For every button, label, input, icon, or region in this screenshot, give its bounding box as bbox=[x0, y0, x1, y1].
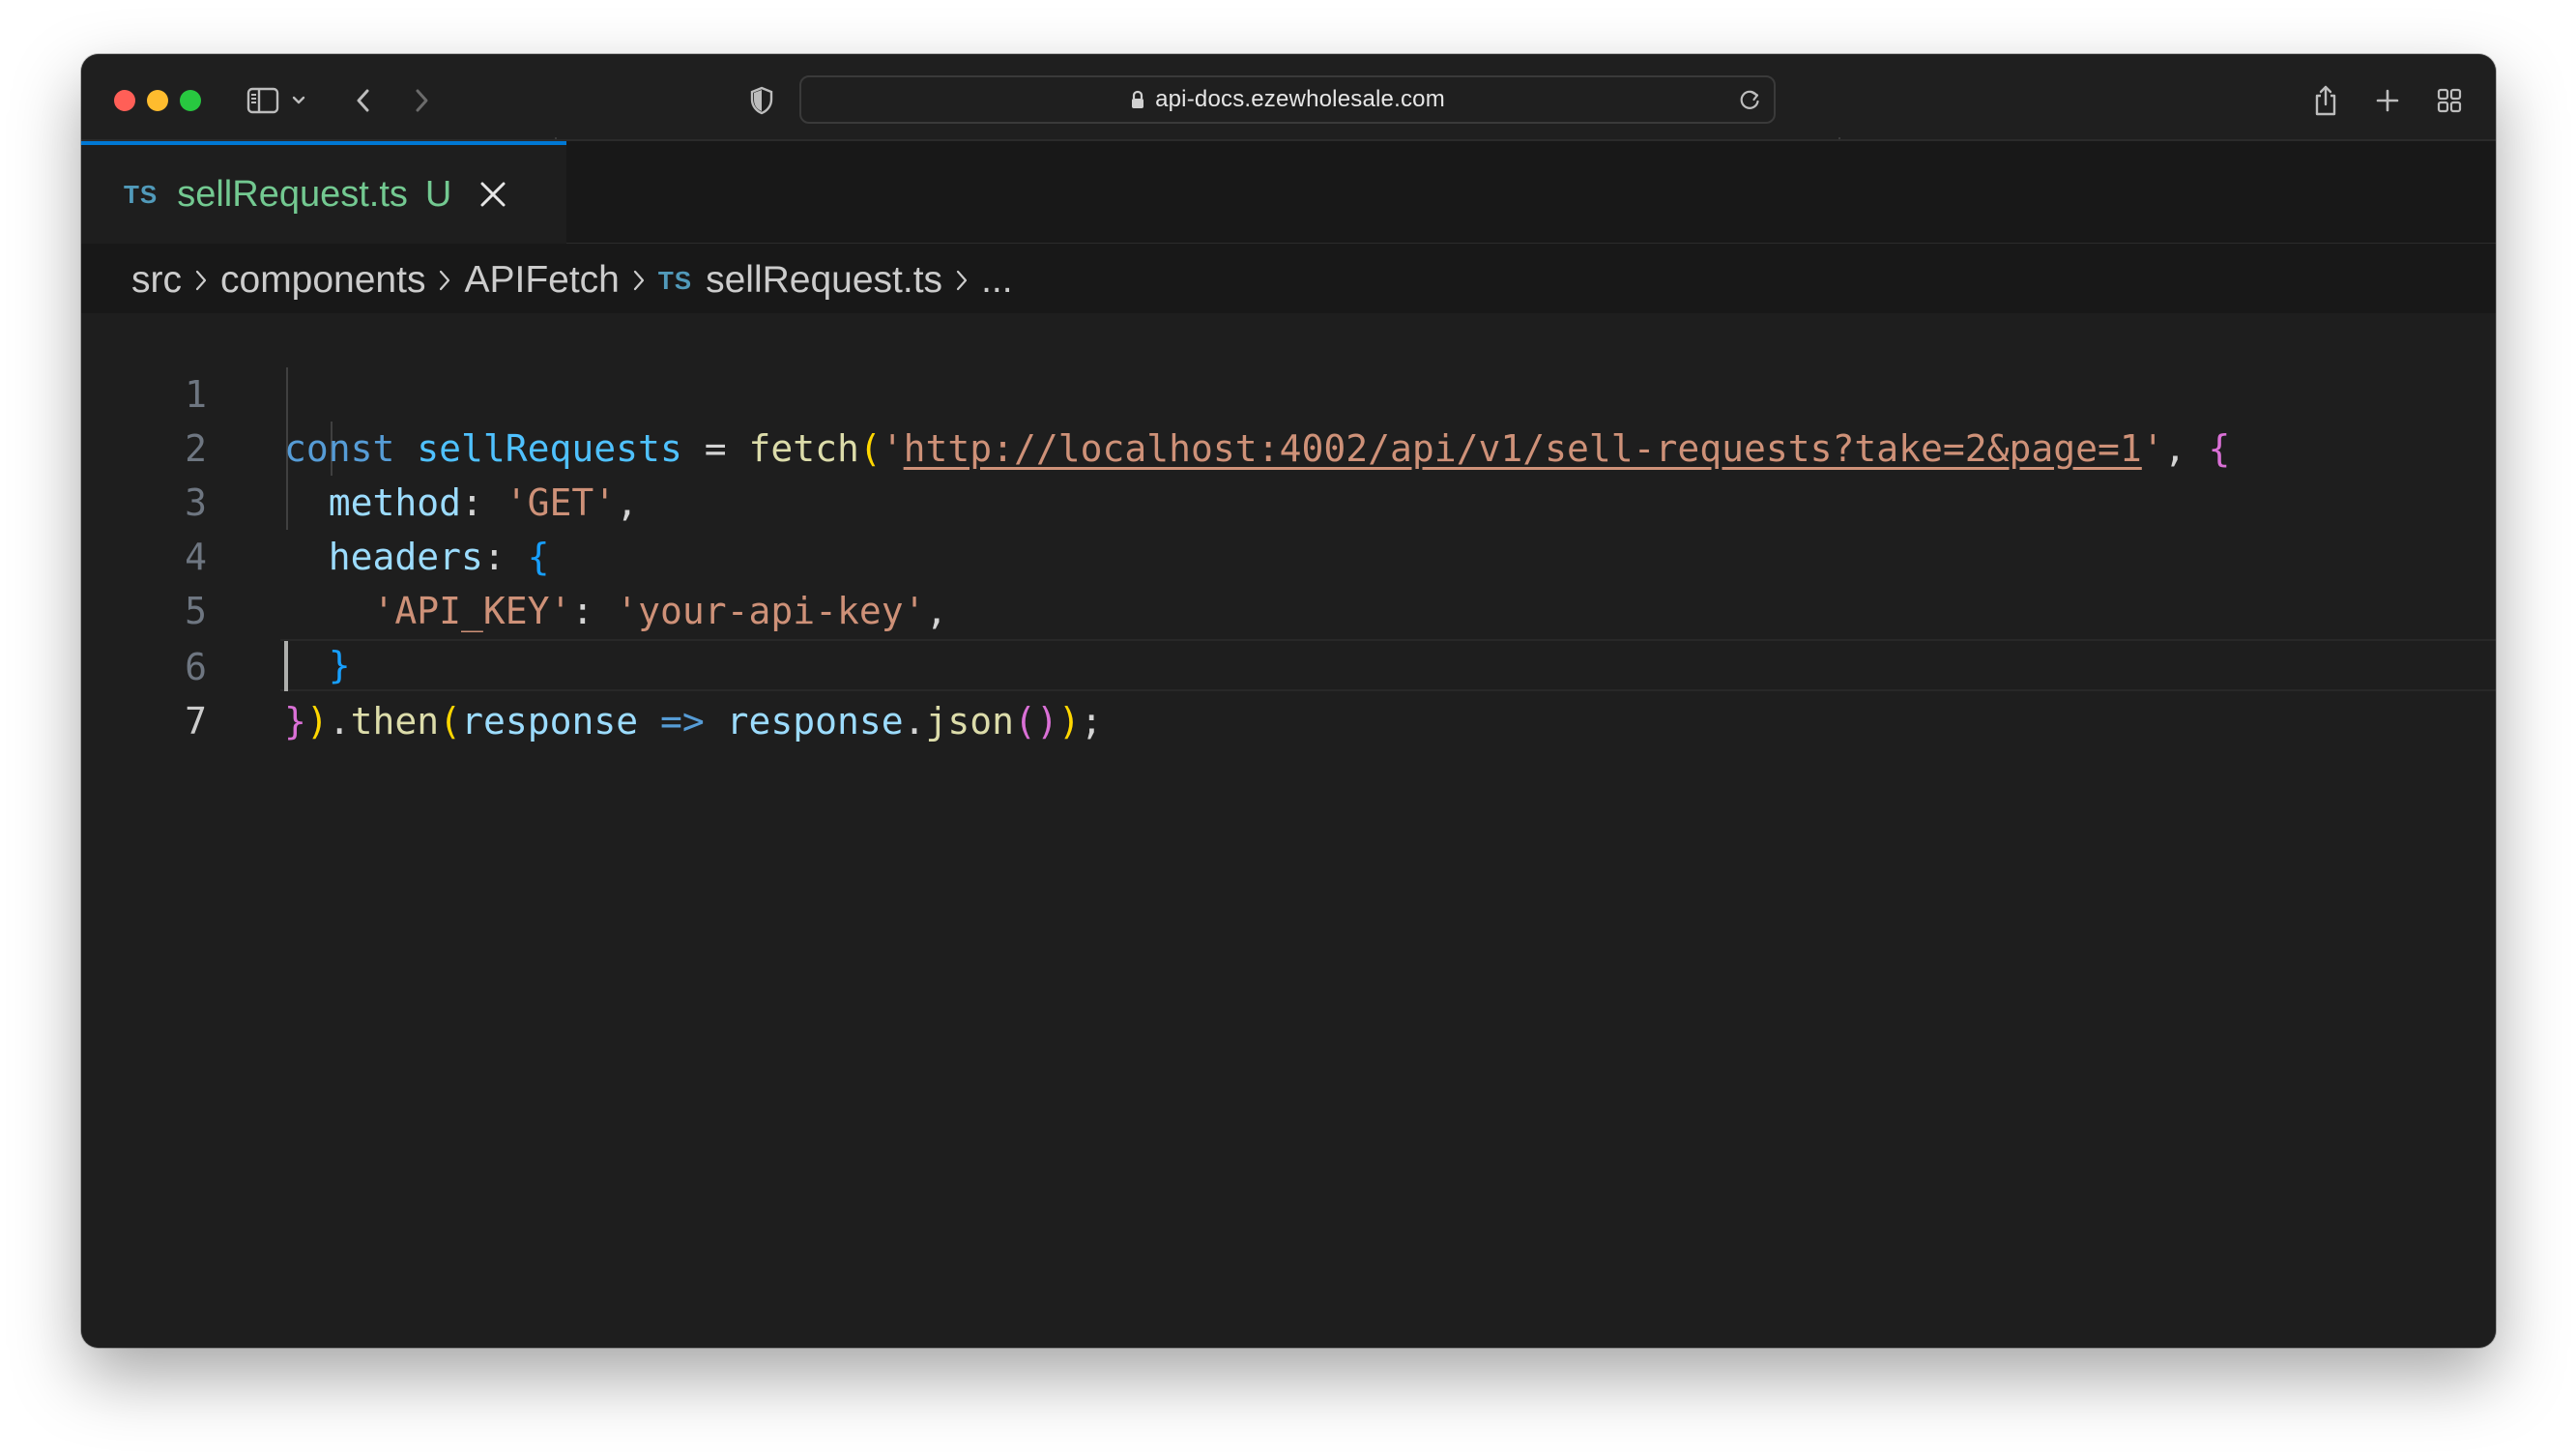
lock-icon bbox=[1130, 90, 1145, 109]
zoom-window-button[interactable] bbox=[180, 90, 201, 111]
git-status-badge: U bbox=[424, 173, 452, 215]
code-line[interactable]: 6 }).then(response => response.json()); bbox=[81, 586, 2496, 743]
chevron-down-icon[interactable] bbox=[284, 79, 313, 122]
browser-window: api-docs.ezewholesale.com TS sellRequest… bbox=[81, 54, 2496, 1348]
line-number: 7 bbox=[185, 700, 207, 743]
code-editor[interactable]: 1 const sellRequests = fetch('http://loc… bbox=[81, 313, 2496, 1348]
code-line[interactable]: 1 const sellRequests = fetch('http://loc… bbox=[81, 313, 2496, 470]
browser-toolbar: api-docs.ezewholesale.com bbox=[81, 54, 2496, 151]
share-icon[interactable] bbox=[2304, 79, 2347, 122]
code-token: () bbox=[1014, 700, 1058, 743]
code-line[interactable]: 7 bbox=[81, 640, 2496, 743]
code-line[interactable]: 3 headers: { bbox=[81, 422, 2496, 578]
minimize-window-button[interactable] bbox=[147, 90, 168, 111]
breadcrumb-item-src[interactable]: src bbox=[131, 259, 182, 302]
breadcrumb-item-file[interactable]: sellRequest.ts bbox=[706, 259, 942, 302]
sidebar-toggle-icon[interactable] bbox=[242, 79, 284, 122]
forward-arrow-icon[interactable] bbox=[400, 79, 443, 122]
tab-strip-border bbox=[566, 243, 2496, 244]
code-token: response bbox=[726, 700, 904, 743]
reload-icon[interactable] bbox=[1737, 87, 1762, 117]
code-token: json bbox=[925, 700, 1015, 743]
breadcrumb-item-symbols[interactable]: ... bbox=[981, 259, 1013, 302]
code-token: ) bbox=[305, 700, 329, 743]
new-tab-plus-icon[interactable] bbox=[2366, 79, 2409, 122]
code-line[interactable]: 4 'API_KEY': 'your-api-key', bbox=[81, 476, 2496, 632]
code-line[interactable]: 2 method: 'GET', bbox=[81, 367, 2496, 524]
code-token: ) bbox=[1057, 700, 1081, 743]
chevron-right-icon bbox=[437, 267, 452, 294]
typescript-icon: TS bbox=[657, 265, 693, 295]
breadcrumb: src components APIFetch TS sellRequest.t… bbox=[131, 253, 1013, 307]
line-content: }).then(response => response.json()); bbox=[284, 694, 1103, 748]
address-bar[interactable]: api-docs.ezewholesale.com bbox=[799, 75, 1776, 124]
typescript-icon: TS bbox=[124, 179, 159, 209]
chevron-right-icon bbox=[631, 267, 647, 294]
code-token: ; bbox=[1080, 700, 1103, 743]
code-token: } bbox=[284, 700, 306, 743]
chevron-right-icon bbox=[954, 267, 970, 294]
code-token: ( bbox=[439, 700, 462, 743]
url-text: api-docs.ezewholesale.com bbox=[1155, 86, 1445, 112]
code-token: . bbox=[903, 700, 926, 743]
tab-overview-icon[interactable] bbox=[2428, 79, 2471, 122]
close-icon[interactable] bbox=[478, 180, 507, 209]
tab-filename: sellRequest.ts bbox=[177, 173, 408, 215]
close-window-button[interactable] bbox=[114, 90, 135, 111]
code-token: then bbox=[350, 700, 440, 743]
code-token: => bbox=[638, 700, 727, 743]
back-arrow-icon[interactable] bbox=[342, 79, 385, 122]
chevron-right-icon bbox=[193, 267, 209, 294]
breadcrumb-item-apifetch[interactable]: APIFetch bbox=[464, 259, 619, 302]
code-token: response bbox=[461, 700, 639, 743]
code-token: . bbox=[328, 700, 351, 743]
code-line[interactable]: 5 } bbox=[81, 530, 2496, 686]
editor-tab-sellrequest[interactable]: TS sellRequest.ts U bbox=[81, 141, 566, 244]
privacy-shield-icon[interactable] bbox=[740, 79, 783, 122]
breadcrumb-item-components[interactable]: components bbox=[220, 259, 425, 302]
